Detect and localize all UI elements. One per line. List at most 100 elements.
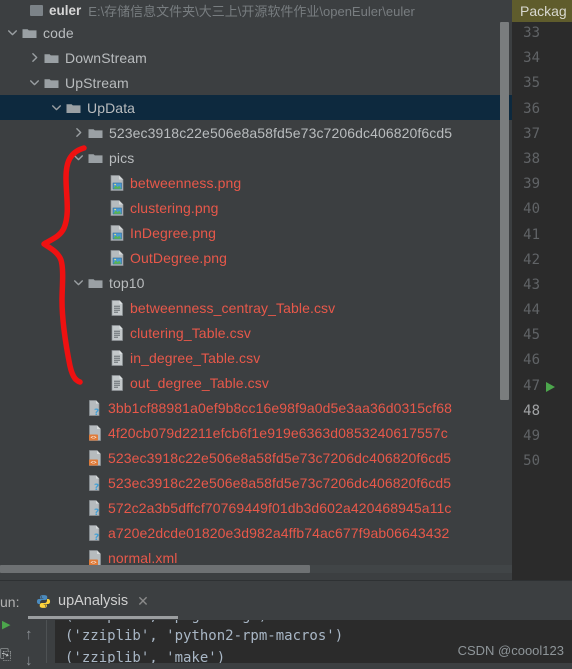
image-file-icon — [110, 174, 124, 191]
ide-window: euler E:\存储信息文件夹\大三上\开源软件作业\openEuler\eu… — [0, 0, 572, 669]
chevron-down-icon[interactable] — [50, 101, 63, 114]
editor-gutter[interactable]: 33 34 35 36 37 38 39 40 41 42 43 44 45 46 47 48 49 50 — [512, 22, 572, 475]
tree-horizontal-scrollbar[interactable] — [0, 565, 310, 573]
tree-vertical-scrollbar[interactable] — [500, 22, 509, 400]
tree-row[interactable]: code — [0, 20, 512, 45]
tree-row-label: clutering_Table.csv — [130, 324, 251, 341]
tree-row[interactable]: pics — [0, 145, 512, 170]
tree-row-label: clustering.png — [130, 199, 219, 216]
gutter-line: 47 — [512, 375, 572, 400]
line-number: 35 — [523, 75, 540, 92]
gutter-line: 44 — [512, 299, 572, 324]
line-number: 33 — [523, 25, 540, 41]
tree-row-label: OutDegree.png — [130, 249, 228, 266]
print-icon[interactable]: ⎘ — [0, 646, 11, 663]
gutter-line: 36 — [512, 98, 572, 123]
run-configuration-tab[interactable]: upAnalysis ✕ — [30, 588, 155, 614]
project-root-header[interactable]: euler E:\存储信息文件夹\大三上\开源软件作业\openEuler\eu… — [0, 0, 512, 20]
editor-strip: Packag 33 34 35 36 37 38 39 40 41 42 43 44 45 46 47 48 4… — [512, 0, 572, 580]
tree-row[interactable]: UpData — [0, 95, 512, 120]
tree-row[interactable]: betweenness_centray_Table.csv — [0, 295, 512, 320]
tree-row[interactable]: out_degree_Table.csv — [0, 370, 512, 395]
tree-row[interactable]: <> 523ec3918c22e506e8a58fd5e73c7206dc4068… — [0, 445, 512, 470]
run-gutter-icon[interactable] — [545, 381, 556, 396]
line-number: 37 — [523, 125, 540, 142]
text-file-icon — [110, 349, 124, 366]
run-tab-title: upAnalysis — [58, 593, 129, 609]
line-number: 48 — [523, 402, 540, 419]
folder-icon — [22, 27, 37, 39]
gutter-line: 43 — [512, 274, 572, 299]
tree-row[interactable]: in_degree_Table.csv — [0, 345, 512, 370]
tree-row-label: UpData — [87, 99, 136, 116]
line-number: 46 — [523, 352, 540, 369]
chevron-down-icon[interactable] — [28, 76, 41, 89]
image-file-icon — [110, 224, 124, 241]
svg-text:?: ? — [94, 483, 99, 491]
up-arrow-icon[interactable]: ↑ — [25, 626, 33, 643]
tree-row[interactable]: ? 523ec3918c22e506e8a58fd5e73c7206dc40682… — [0, 470, 512, 495]
chevron-down-icon[interactable] — [6, 26, 19, 39]
tree-row[interactable]: 523ec3918c22e506e8a58fd5e73c7206dc406820… — [0, 120, 512, 145]
gutter-line: 35 — [512, 72, 572, 97]
project-tree-panel[interactable]: euler E:\存储信息文件夹\大三上\开源软件作业\openEuler\eu… — [0, 0, 512, 580]
tree-row[interactable]: DownStream — [0, 45, 512, 70]
run-window-label: un: — [0, 594, 20, 610]
down-arrow-icon[interactable]: ↓ — [25, 652, 33, 669]
svg-text:?: ? — [94, 533, 99, 541]
unknown-file-icon: ? — [88, 499, 102, 518]
run-tab-underline — [28, 616, 178, 619]
tree-row[interactable]: <> 4f20cb079d2211efcb6f1e919e6363d0853240… — [0, 420, 512, 445]
image-file-icon — [110, 199, 124, 216]
close-icon[interactable]: ✕ — [137, 593, 149, 610]
line-number: 50 — [523, 453, 540, 470]
tree-row[interactable]: OutDegree.png — [0, 245, 512, 270]
tree-row[interactable]: ? a720e2dcde01820e3d982a4ffb74ac677f9ab06… — [0, 520, 512, 545]
tree-row[interactable]: betweenness.png — [0, 170, 512, 195]
tree-row[interactable]: ? 572c2a3b5dffcf70769449f01db3d602a420468… — [0, 495, 512, 520]
gutter-line: 33 — [512, 22, 572, 47]
tree-rows: code DownStream UpStream UpData 523ec3918c22… — [0, 20, 512, 570]
gutter-line: 34 — [512, 47, 572, 72]
tree-row-label: UpStream — [65, 74, 129, 91]
gutter-line: 38 — [512, 148, 572, 173]
chevron-down-icon[interactable] — [72, 151, 85, 164]
chevron-down-icon[interactable] — [72, 276, 85, 289]
line-number: 38 — [523, 150, 540, 167]
svg-text:<>: <> — [90, 460, 96, 466]
tree-row-label: 3bb1cf88981a0ef9b8cc16e98f9a0d5e3aa36d03… — [108, 399, 453, 416]
tree-row[interactable]: clustering.png — [0, 195, 512, 220]
line-number: 42 — [523, 251, 540, 268]
gutter-line: 46 — [512, 349, 572, 374]
tree-row[interactable]: ? 3bb1cf88981a0ef9b8cc16e98f9a0d5e3aa36d0… — [0, 395, 512, 420]
xml-file-icon: <> — [88, 424, 102, 441]
folder-icon — [66, 102, 81, 114]
line-number: 41 — [523, 226, 540, 243]
tree-row-label: out_degree_Table.csv — [130, 374, 269, 391]
gutter-line: 41 — [512, 224, 572, 249]
folder-icon — [44, 52, 59, 64]
project-root-path: E:\存储信息文件夹\大三上\开源软件作业\openEuler\euler — [88, 3, 415, 19]
unknown-file-icon: ? — [88, 399, 102, 418]
gutter-line: 49 — [512, 425, 572, 450]
tree-row[interactable]: clutering_Table.csv — [0, 320, 512, 345]
run-tool-window: un: upAnalysis ✕ ↑ ↓ ▶ ⎘ ('zziplib', 'pk… — [0, 580, 572, 669]
text-file-icon — [110, 324, 124, 341]
run-toolbar-divider — [46, 620, 47, 663]
run-status-icon: ▶ — [2, 619, 11, 631]
chevron-right-icon[interactable] — [28, 51, 41, 64]
tree-row[interactable]: top10 — [0, 270, 512, 295]
gutter-line: 48 — [512, 400, 572, 425]
tree-row-label: 523ec3918c22e506e8a58fd5e73c7206dc406820… — [109, 124, 453, 141]
console-line: ('zziplib', 'pkgconfig') — [65, 620, 267, 624]
folder-icon — [88, 277, 103, 289]
line-number: 43 — [523, 276, 540, 293]
tab-package[interactable]: Packag — [512, 0, 572, 22]
line-number: 34 — [523, 50, 540, 67]
project-root-name: euler — [49, 2, 82, 18]
gutter-line: 45 — [512, 324, 572, 349]
svg-text:<>: <> — [90, 435, 96, 441]
tree-row[interactable]: UpStream — [0, 70, 512, 95]
chevron-right-icon[interactable] — [72, 126, 85, 139]
tree-row[interactable]: InDegree.png — [0, 220, 512, 245]
